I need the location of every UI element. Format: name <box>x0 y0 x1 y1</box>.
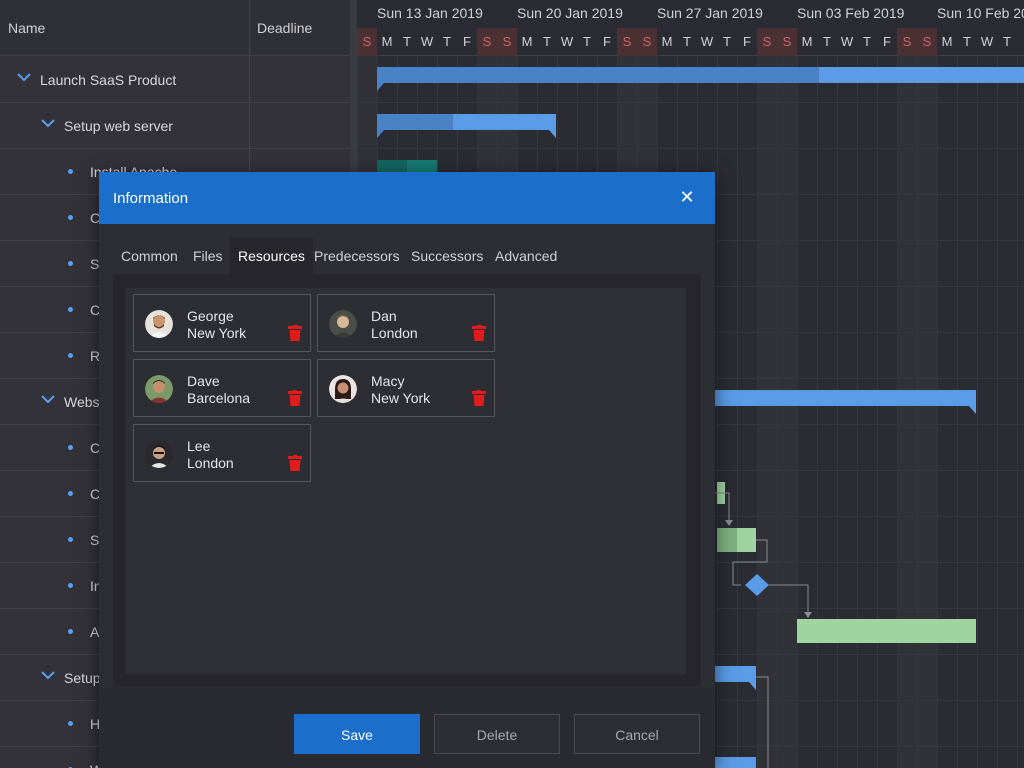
task-name: Setup <box>64 670 101 686</box>
dialog-title: Information <box>113 190 189 207</box>
resource-city: Barcelona <box>187 390 251 406</box>
resource-name: Macy <box>371 373 405 389</box>
bullet-icon <box>68 215 73 220</box>
bullet-icon <box>68 169 73 174</box>
task-name: Launch SaaS Product <box>40 72 177 88</box>
column-header-name[interactable]: Name <box>8 20 45 36</box>
information-dialog: Information ✕ Common Files Resources Pre… <box>99 172 715 768</box>
avatar <box>329 310 357 338</box>
tab-resources[interactable]: Resources <box>230 238 313 274</box>
trash-icon[interactable] <box>288 455 302 471</box>
resources-list: George New York Dan London Dave Barcelon <box>126 288 686 674</box>
avatar <box>145 375 173 403</box>
column-header-deadline[interactable]: Deadline <box>257 20 312 36</box>
bullet-icon <box>68 445 73 450</box>
bullet-icon <box>68 537 73 542</box>
resource-card[interactable]: Dan London <box>317 294 495 352</box>
task-bar-row-13[interactable] <box>797 619 976 643</box>
dialog-footer: Save Delete Cancel <box>99 686 715 768</box>
dialog-header[interactable]: Information ✕ <box>99 172 715 224</box>
grid-header: Name Deadline <box>0 0 350 56</box>
chevron-down-icon[interactable] <box>40 115 56 131</box>
tab-predecessors[interactable]: Predecessors <box>306 238 408 274</box>
summary-bar-setup-web-server-progress <box>377 114 453 130</box>
cancel-button[interactable]: Cancel <box>574 714 700 754</box>
bullet-icon <box>68 307 73 312</box>
tab-files[interactable]: Files <box>185 238 231 274</box>
resources-tab-content: George New York Dan London Dave Barcelon <box>113 274 701 686</box>
trash-icon[interactable] <box>288 390 302 406</box>
resource-city: London <box>371 325 418 341</box>
tab-successors[interactable]: Successors <box>403 238 491 274</box>
chevron-down-icon[interactable] <box>40 391 56 407</box>
resource-card[interactable]: George New York <box>133 294 311 352</box>
dependency-line-3 <box>769 584 809 612</box>
avatar <box>145 440 173 468</box>
bullet-icon <box>68 261 73 266</box>
resource-card[interactable]: Lee London <box>133 424 311 482</box>
summary-bar-website[interactable] <box>707 390 976 406</box>
task-name: Webs <box>64 394 100 410</box>
summary-bar-launch-saas-progress <box>377 67 819 83</box>
resource-city: New York <box>371 390 431 406</box>
summary-bar-setup-tip <box>749 682 756 690</box>
summary-bar-website-tip <box>969 406 976 414</box>
grid-row[interactable]: Launch SaaS Product <box>0 57 350 103</box>
bullet-icon <box>68 721 73 726</box>
resource-card[interactable]: Dave Barcelona <box>133 359 311 417</box>
avatar <box>329 375 357 403</box>
resource-card[interactable]: Macy New York <box>317 359 495 417</box>
trash-icon[interactable] <box>472 325 486 341</box>
tab-advanced[interactable]: Advanced <box>487 238 565 274</box>
chevron-down-icon[interactable] <box>16 69 32 85</box>
task-name: Setup web server <box>64 118 173 134</box>
delete-button[interactable]: Delete <box>434 714 560 754</box>
resource-name: Dan <box>371 308 397 324</box>
dependency-line-4 <box>756 676 769 768</box>
close-icon[interactable]: ✕ <box>677 187 697 207</box>
bullet-icon <box>68 491 73 496</box>
resource-name: Dave <box>187 373 220 389</box>
resource-name: George <box>187 308 234 324</box>
bullet-icon <box>68 583 73 588</box>
bullet-icon <box>68 629 73 634</box>
resource-city: New York <box>187 325 247 341</box>
trash-icon[interactable] <box>288 325 302 341</box>
summary-bar-launch-saas-tip <box>377 83 384 91</box>
dependency-arrow-3 <box>804 612 812 618</box>
summary-bar-setup-web-server-tip-left <box>377 130 384 138</box>
summary-bar-setup-web-server-tip-right <box>549 130 556 138</box>
task-bar-row-11-progress <box>717 528 737 552</box>
save-button[interactable]: Save <box>294 714 420 754</box>
resource-name: Lee <box>187 438 211 454</box>
resource-city: London <box>187 455 234 471</box>
dialog-tabs: Common Files Resources Predecessors Succ… <box>113 238 701 274</box>
tab-common[interactable]: Common <box>113 238 186 274</box>
grid-row[interactable]: Setup web server <box>0 103 350 149</box>
dependency-arrow-1 <box>725 520 733 526</box>
bullet-icon <box>68 353 73 358</box>
chevron-down-icon[interactable] <box>40 667 56 683</box>
avatar <box>145 310 173 338</box>
milestone-row-12[interactable] <box>745 574 769 596</box>
trash-icon[interactable] <box>472 390 486 406</box>
